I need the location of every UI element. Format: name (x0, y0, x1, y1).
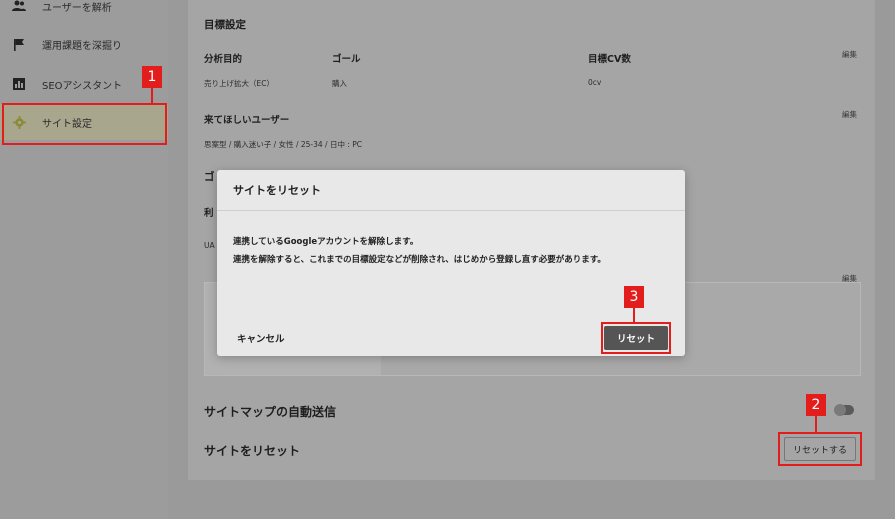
dialog-divider (217, 210, 685, 211)
section-heading-partial: ゴ (204, 171, 215, 183)
dialog-reset-button[interactable]: リセット (604, 326, 668, 350)
flag-icon (12, 37, 26, 51)
sidebar-item-label: 運用課題を深掘り (42, 40, 122, 52)
goal-value: 購入 (332, 79, 347, 88)
dialog-message-line-1: 連携しているGoogleアカウントを解除します。 (233, 237, 419, 247)
dialog-message: 連携しているGoogleアカウントを解除します。 連携を解除すると、これまでの目… (233, 233, 606, 269)
annotation-line-2 (815, 416, 817, 432)
annotation-line-3 (633, 308, 635, 322)
target-users-heading: 来てほしいユーザー (204, 115, 290, 126)
sitemap-toggle[interactable] (834, 404, 854, 416)
goal-label: ゴール (332, 54, 361, 65)
sitemap-label: サイトマップの自動送信 (204, 405, 337, 419)
app-root: ユーザーを解析 運用課題を深掘り SEOアシスタント サイト設定 目標設定 分析… (0, 0, 895, 519)
target-cv-value: 0cv (588, 78, 602, 87)
reset-site-label: サイトをリセット (204, 444, 301, 458)
sidebar-item-dig-issues[interactable]: 運用課題を深掘り (0, 26, 168, 62)
field-value-partial: UA (204, 241, 215, 250)
purpose-value: 売り上げ拡大（EC） (204, 79, 274, 88)
reset-site-dialog: サイトをリセット 連携しているGoogleアカウントを解除します。 連携を解除す… (217, 170, 685, 356)
target-cv-label: 目標CV数 (588, 54, 631, 65)
sidebar-item-label: SEOアシスタント (42, 80, 123, 92)
dialog-title: サイトをリセット (233, 184, 321, 197)
users-icon (12, 0, 26, 13)
users-edit-link[interactable]: 編集 (842, 109, 857, 120)
sidebar-item-analyze-users[interactable]: ユーザーを解析 (0, 0, 168, 24)
goals-edit-link[interactable]: 編集 (842, 49, 857, 60)
dialog-cancel-button[interactable]: キャンセル (237, 331, 285, 345)
goals-heading: 目標設定 (204, 19, 246, 31)
sidebar-item-site-settings[interactable]: サイト設定 (0, 104, 168, 140)
reset-site-button[interactable]: リセットする (784, 437, 856, 461)
sidebar-item-label: ユーザーを解析 (42, 2, 112, 14)
annotation-line-1 (151, 88, 153, 103)
dialog-message-line-2: 連携を解除すると、これまでの目標設定などが削除され、はじめから登録し直す必要があ… (233, 255, 606, 265)
bar-chart-icon (12, 77, 26, 91)
purpose-label: 分析目的 (204, 54, 243, 65)
annotation-tag-2: 2 (806, 394, 826, 416)
gear-icon (12, 115, 26, 129)
sidebar-item-label: サイト設定 (42, 118, 92, 130)
target-users-value: 思案型 / 購入迷い子 / 女性 / 25-34 / 日中 : PC (204, 140, 363, 149)
annotation-tag-1: 1 (142, 66, 162, 88)
field-label-partial: 利 (204, 208, 214, 219)
annotation-tag-3: 3 (624, 286, 644, 308)
